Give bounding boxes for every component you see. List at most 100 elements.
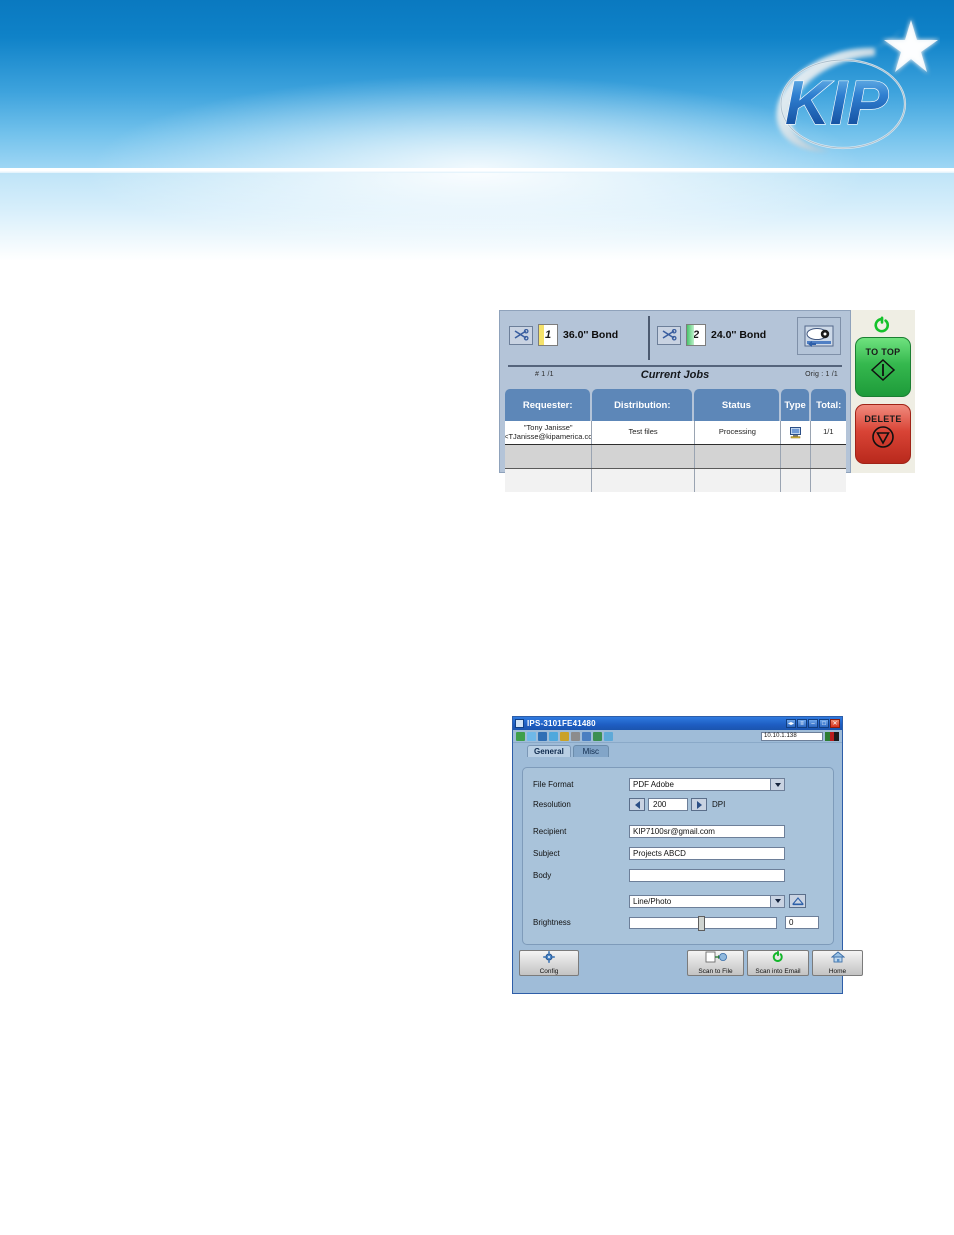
recipient-input[interactable]: KIP7100sr@gmail.com bbox=[629, 825, 785, 838]
ip-address-field[interactable]: 10.10.1.138 bbox=[761, 731, 823, 741]
media-roll-2[interactable]: 2 24.0'' Bond bbox=[657, 324, 766, 346]
network-icon[interactable] bbox=[560, 731, 569, 741]
cell-type bbox=[781, 445, 811, 468]
tab-general[interactable]: General bbox=[527, 745, 571, 757]
home-icon bbox=[830, 950, 845, 968]
cell-status: Processing bbox=[695, 421, 782, 444]
config-button[interactable]: Config bbox=[519, 950, 579, 976]
gear-icon bbox=[543, 950, 555, 968]
delete-label: DELETE bbox=[864, 414, 902, 424]
minimize-button[interactable]: – bbox=[808, 719, 818, 728]
body-label: Body bbox=[533, 871, 552, 880]
chevron-down-icon[interactable] bbox=[770, 895, 784, 907]
ip-address-group: 10.10.1.138 bbox=[761, 731, 840, 741]
config-label: Config bbox=[539, 968, 559, 976]
settings-globe-icon[interactable] bbox=[593, 731, 602, 741]
connect-icon[interactable] bbox=[516, 731, 525, 741]
scan-to-file-button[interactable]: Scan to File bbox=[687, 950, 744, 976]
image-mode-row: Line/Photo bbox=[629, 894, 806, 908]
table-row[interactable] bbox=[505, 445, 846, 469]
scan-dialog-window: IPS-3101FE41480 ◂▸ ≡ – □ ✕ 10.10.1.138 G… bbox=[512, 716, 863, 994]
to-top-button[interactable]: TO TOP bbox=[855, 337, 911, 397]
tools-icon[interactable] bbox=[571, 731, 580, 741]
touchscreen-button-rail: TO TOP DELETE bbox=[851, 310, 915, 473]
body-input[interactable] bbox=[629, 869, 785, 882]
file-format-row: File Format PDF Adobe bbox=[533, 778, 785, 791]
cell-requester bbox=[505, 469, 593, 492]
monitor-icon[interactable] bbox=[527, 731, 536, 741]
scissors-icon[interactable] bbox=[657, 325, 681, 345]
body-row: Body bbox=[533, 869, 785, 882]
dialog-toolbar: 10.10.1.138 bbox=[513, 730, 842, 743]
column-header-type[interactable]: Type bbox=[780, 389, 810, 421]
refresh-icon[interactable] bbox=[549, 731, 558, 741]
scissors-icon[interactable] bbox=[509, 325, 533, 345]
cell-type bbox=[781, 469, 811, 492]
banner-lower-gradient bbox=[0, 173, 954, 261]
chevron-down-icon[interactable] bbox=[770, 779, 784, 790]
resolution-increase-button[interactable] bbox=[691, 798, 707, 811]
svg-text:KIP: KIP bbox=[785, 69, 889, 138]
home-button[interactable]: Home bbox=[812, 950, 863, 976]
brightness-value[interactable]: 0 bbox=[785, 916, 819, 929]
file-format-select[interactable]: PDF Adobe bbox=[629, 778, 785, 791]
column-header-total[interactable]: Total: bbox=[811, 389, 846, 421]
image-adjust-icon[interactable] bbox=[789, 894, 806, 908]
scan-into-email-button[interactable]: Scan into Email bbox=[747, 950, 809, 976]
status-swatch bbox=[825, 731, 840, 741]
column-header-status[interactable]: Status bbox=[694, 389, 779, 421]
media-roll-icon[interactable] bbox=[797, 317, 841, 355]
brightness-slider[interactable] bbox=[629, 915, 777, 931]
info-icon[interactable] bbox=[582, 731, 591, 741]
column-header-requester[interactable]: Requester: bbox=[505, 389, 591, 421]
scan-to-file-label: Scan to File bbox=[698, 968, 733, 976]
stop-circle-icon bbox=[870, 425, 896, 454]
cell-requester: "Tony Janisse" <TJanisse@kipamerica.co bbox=[505, 421, 593, 444]
scan-to-file-icon bbox=[705, 950, 727, 968]
touchscreen-body: 1 36.0'' Bond 2 24.0'' Bond # 1 /1 Curre… bbox=[499, 310, 851, 492]
queue-count-right: Orig : 1 /1 bbox=[805, 371, 838, 378]
table-row[interactable]: "Tony Janisse" <TJanisse@kipamerica.co T… bbox=[505, 421, 846, 445]
close-button[interactable]: ✕ bbox=[830, 719, 840, 728]
restore-down-button[interactable]: ◂▸ bbox=[786, 719, 796, 728]
window-title-bar[interactable]: IPS-3101FE41480 ◂▸ ≡ – □ ✕ bbox=[513, 717, 842, 730]
tab-misc[interactable]: Misc bbox=[572, 745, 609, 757]
window-title-text: IPS-3101FE41480 bbox=[527, 719, 596, 728]
delete-button[interactable]: DELETE bbox=[855, 404, 911, 464]
table-header-row: Requester: Distribution: Status Type Tot… bbox=[505, 389, 846, 421]
dialog-action-bar: Config Scan to File Scan into Email Home bbox=[519, 950, 863, 990]
home-label: Home bbox=[828, 968, 847, 976]
column-header-distribution[interactable]: Distribution: bbox=[592, 389, 693, 421]
file-format-value: PDF Adobe bbox=[633, 780, 674, 789]
recipient-label: Recipient bbox=[533, 827, 567, 836]
window-button-group: ◂▸ ≡ – □ ✕ bbox=[786, 719, 840, 728]
cell-status bbox=[695, 469, 782, 492]
cell-distribution bbox=[592, 445, 695, 468]
resolution-decrease-button[interactable] bbox=[629, 798, 645, 811]
kip-logo: KIP bbox=[725, 12, 940, 164]
brightness-slider-handle[interactable] bbox=[698, 915, 705, 931]
media-roll-1[interactable]: 1 36.0'' Bond bbox=[509, 324, 618, 346]
roll-label: 24.0'' Bond bbox=[711, 329, 767, 341]
maximize-button[interactable]: □ bbox=[819, 719, 829, 728]
cell-total bbox=[811, 469, 846, 492]
requester-email: <TJanisse@kipamerica.co bbox=[505, 431, 593, 441]
resolution-row: Resolution 200 DPI bbox=[533, 798, 725, 811]
resolution-unit-label: DPI bbox=[712, 800, 726, 809]
dialog-tab-strip: General Misc bbox=[513, 743, 842, 757]
panel-divider bbox=[508, 365, 842, 367]
toolbar-icon-group bbox=[516, 731, 761, 741]
subject-label: Subject bbox=[533, 849, 560, 858]
power-ring-icon bbox=[873, 316, 891, 334]
roll-number-chip: 1 bbox=[538, 324, 558, 346]
resolution-value[interactable]: 200 bbox=[648, 798, 688, 811]
subject-row: Subject Projects ABCD bbox=[533, 847, 785, 860]
filter-icon[interactable] bbox=[604, 731, 613, 741]
table-row[interactable] bbox=[505, 469, 846, 492]
menu-button[interactable]: ≡ bbox=[797, 719, 807, 728]
image-mode-select[interactable]: Line/Photo bbox=[629, 894, 785, 908]
globe-icon[interactable] bbox=[538, 731, 547, 741]
general-tab-panel: File Format PDF Adobe Resolution 200 DPI… bbox=[522, 767, 834, 945]
subject-input[interactable]: Projects ABCD bbox=[629, 847, 785, 860]
cell-distribution: Test files bbox=[592, 421, 695, 444]
